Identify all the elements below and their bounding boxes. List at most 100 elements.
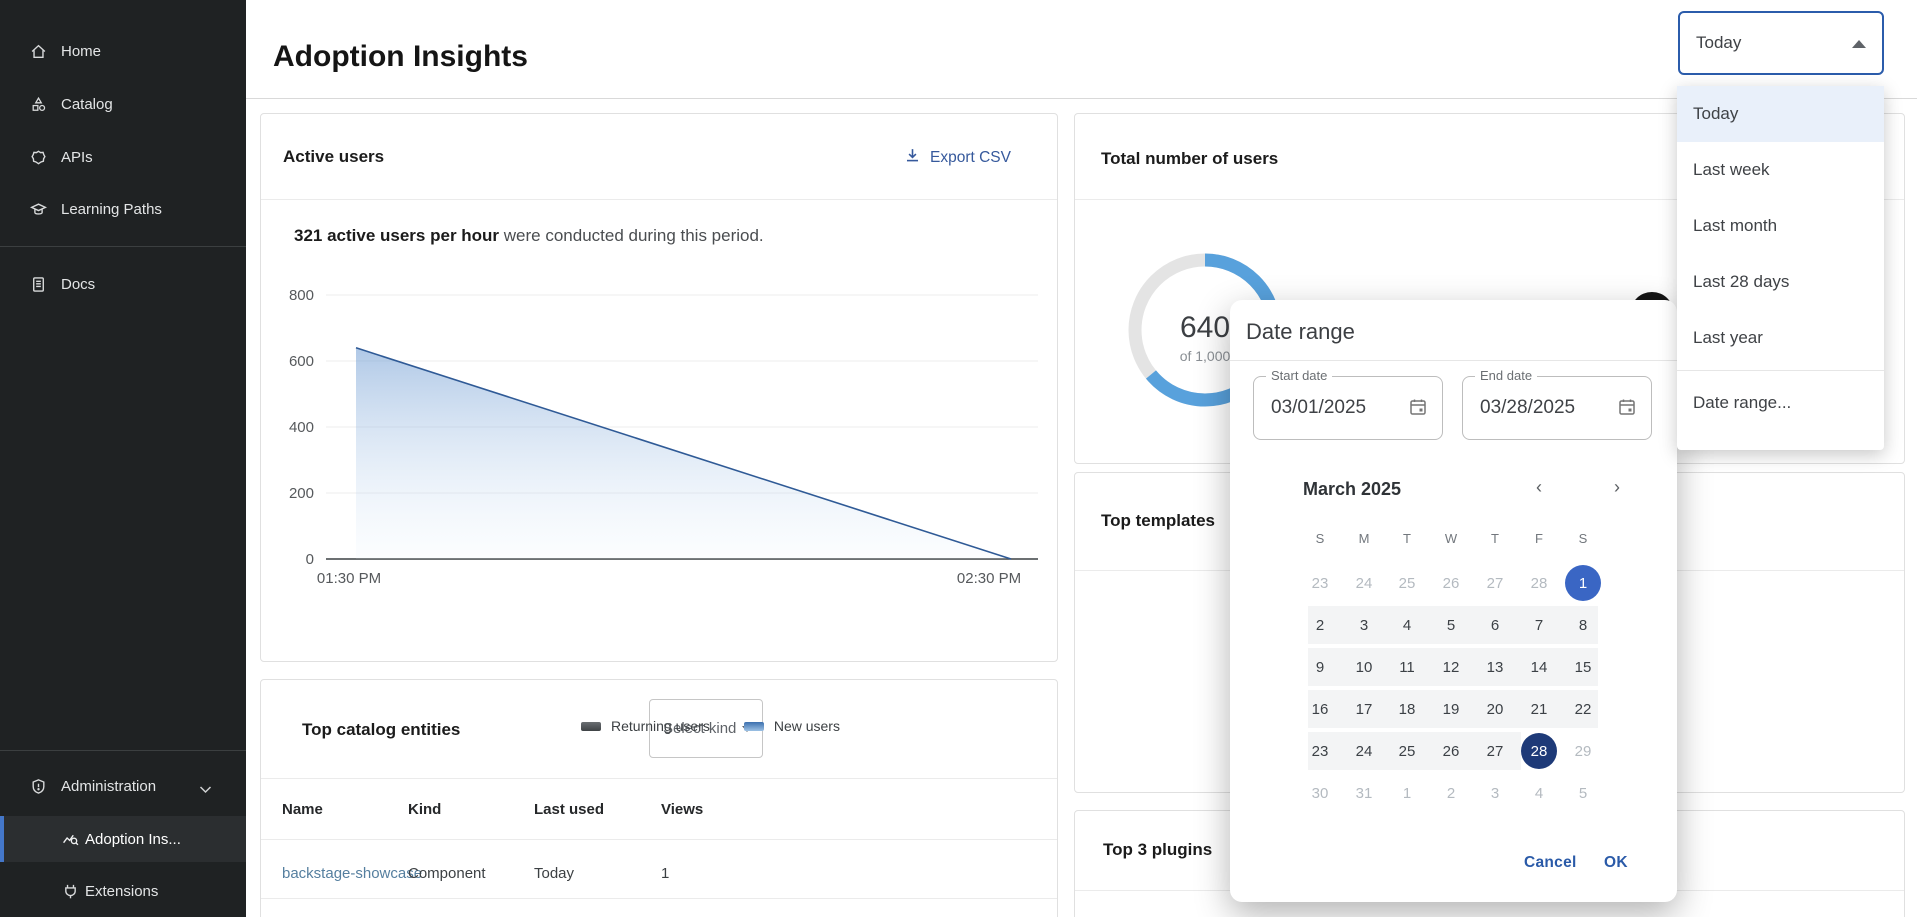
calendar-icon[interactable]	[1408, 397, 1428, 422]
ok-button[interactable]: OK	[1598, 848, 1634, 878]
menu-item-last-year[interactable]: Last year	[1677, 310, 1884, 366]
svg-text:01:30 PM: 01:30 PM	[317, 570, 381, 584]
calendar-day-14[interactable]: 14	[1521, 649, 1557, 685]
calendar-day-25[interactable]: 25	[1389, 565, 1425, 601]
calendar-day-26[interactable]: 26	[1433, 565, 1469, 601]
sidebar-item-label: Catalog	[61, 96, 113, 113]
calendar-day-28[interactable]: 28	[1521, 565, 1557, 601]
calendar-day-19[interactable]: 19	[1433, 691, 1469, 727]
calendar-day-2[interactable]: 2	[1302, 607, 1338, 643]
calendar-day-15[interactable]: 15	[1565, 649, 1601, 685]
calendar-day-24[interactable]: 24	[1346, 565, 1382, 601]
calendar-day-16[interactable]: 16	[1302, 691, 1338, 727]
adoption-insights-page: Home Catalog APIs Learning Paths Docs	[0, 0, 1917, 917]
sidebar-item-catalog[interactable]: Catalog	[0, 88, 246, 120]
day-of-week-header: S	[1565, 531, 1601, 546]
calendar-day-28[interactable]: 28	[1521, 733, 1557, 769]
calendar-day-3[interactable]: 3	[1477, 775, 1513, 811]
svg-text:02:30 PM: 02:30 PM	[957, 570, 1021, 584]
chart-legend: Returning users New users	[581, 718, 840, 734]
menu-item-today[interactable]: Today	[1677, 86, 1884, 142]
menu-item-last-week[interactable]: Last week	[1677, 142, 1884, 198]
svg-text:0: 0	[306, 551, 314, 568]
card-title: Top catalog entities	[302, 720, 460, 740]
start-date-field[interactable]: Start date 03/01/2025	[1253, 376, 1443, 440]
sidebar-item-learning-paths[interactable]: Learning Paths	[0, 193, 246, 225]
period-select[interactable]: Today	[1678, 11, 1884, 75]
card-title: Active users	[283, 147, 384, 167]
calendar-day-9[interactable]: 9	[1302, 649, 1338, 685]
end-date-field[interactable]: End date 03/28/2025	[1462, 376, 1652, 440]
calendar-day-1[interactable]: 1	[1389, 775, 1425, 811]
calendar-icon[interactable]	[1617, 397, 1637, 422]
entity-link[interactable]: backstage-showcase	[282, 865, 422, 882]
calendar-day-3[interactable]: 3	[1346, 607, 1382, 643]
calendar-day-27[interactable]: 27	[1477, 565, 1513, 601]
export-csv-button[interactable]: Export CSV	[904, 147, 1011, 169]
svg-text:400: 400	[289, 419, 314, 436]
calendar-day-13[interactable]: 13	[1477, 649, 1513, 685]
menu-item-last-28-days[interactable]: Last 28 days	[1677, 254, 1884, 310]
catalog-icon	[30, 96, 47, 113]
menu-item-last-month[interactable]: Last month	[1677, 198, 1884, 254]
calendar-day-5[interactable]: 5	[1565, 775, 1601, 811]
day-of-week-header: M	[1346, 531, 1382, 546]
sidebar-item-home[interactable]: Home	[0, 35, 246, 67]
calendar-day-7[interactable]: 7	[1521, 607, 1557, 643]
calendar-day-18[interactable]: 18	[1389, 691, 1425, 727]
end-date-label: End date	[1475, 368, 1537, 383]
calendar-day-26[interactable]: 26	[1433, 733, 1469, 769]
calendar-day-4[interactable]: 4	[1389, 607, 1425, 643]
calendar-day-31[interactable]: 31	[1346, 775, 1382, 811]
dialog-divider	[1230, 360, 1677, 361]
top-catalog-entities-card: Top catalog entities Select kind Name Ki…	[260, 679, 1058, 917]
sidebar-item-apis[interactable]: APIs	[0, 141, 246, 173]
learning-paths-icon	[30, 201, 47, 218]
sidebar-item-docs[interactable]: Docs	[0, 268, 246, 300]
menu-item-date-range[interactable]: Date range...	[1677, 375, 1884, 431]
sidebar-item-label: Adoption Ins...	[85, 831, 181, 848]
next-month-icon[interactable]: ›	[1614, 477, 1620, 498]
calendar-day-2[interactable]: 2	[1433, 775, 1469, 811]
calendar-day-30[interactable]: 30	[1302, 775, 1338, 811]
chevron-down-icon[interactable]	[199, 781, 212, 798]
sidebar-item-label: Docs	[61, 276, 95, 293]
cancel-button[interactable]: Cancel	[1518, 848, 1583, 878]
sidebar-item-label: Extensions	[85, 883, 158, 900]
day-of-week-header: T	[1477, 531, 1513, 546]
download-icon	[904, 147, 921, 169]
active-users-card: Active users Export CSV 321 active users…	[260, 113, 1058, 662]
export-csv-label: Export CSV	[930, 149, 1011, 167]
calendar-day-22[interactable]: 22	[1565, 691, 1601, 727]
table-row-divider	[261, 839, 1057, 840]
card-header-divider	[261, 778, 1057, 779]
adoption-insights-icon	[62, 831, 79, 848]
caret-up-icon	[1852, 40, 1866, 48]
calendar-day-17[interactable]: 17	[1346, 691, 1382, 727]
sidebar-item-adoption-insights[interactable]: Adoption Ins...	[0, 816, 246, 862]
calendar-day-4[interactable]: 4	[1521, 775, 1557, 811]
calendar-day-1[interactable]: 1	[1565, 565, 1601, 601]
calendar-day-25[interactable]: 25	[1389, 733, 1425, 769]
calendar-day-23[interactable]: 23	[1302, 565, 1338, 601]
calendar-day-23[interactable]: 23	[1302, 733, 1338, 769]
calendar-day-5[interactable]: 5	[1433, 607, 1469, 643]
calendar-day-8[interactable]: 8	[1565, 607, 1601, 643]
calendar-day-20[interactable]: 20	[1477, 691, 1513, 727]
previous-month-icon[interactable]: ‹	[1536, 477, 1542, 498]
plug-icon	[62, 883, 79, 900]
calendar-day-29[interactable]: 29	[1565, 733, 1601, 769]
sidebar-item-label: APIs	[61, 149, 93, 166]
calendar-day-10[interactable]: 10	[1346, 649, 1382, 685]
sidebar-item-extensions[interactable]: Extensions	[0, 875, 246, 907]
end-date-value: 03/28/2025	[1480, 397, 1575, 419]
calendar-day-27[interactable]: 27	[1477, 733, 1513, 769]
calendar-day-6[interactable]: 6	[1477, 607, 1513, 643]
calendar-day-12[interactable]: 12	[1433, 649, 1469, 685]
calendar-day-11[interactable]: 11	[1389, 649, 1425, 685]
calendar-day-24[interactable]: 24	[1346, 733, 1382, 769]
sidebar-item-administration[interactable]: Administration	[0, 770, 246, 802]
card-header-divider	[261, 199, 1057, 200]
calendar-day-21[interactable]: 21	[1521, 691, 1557, 727]
new-users-swatch	[744, 722, 764, 731]
